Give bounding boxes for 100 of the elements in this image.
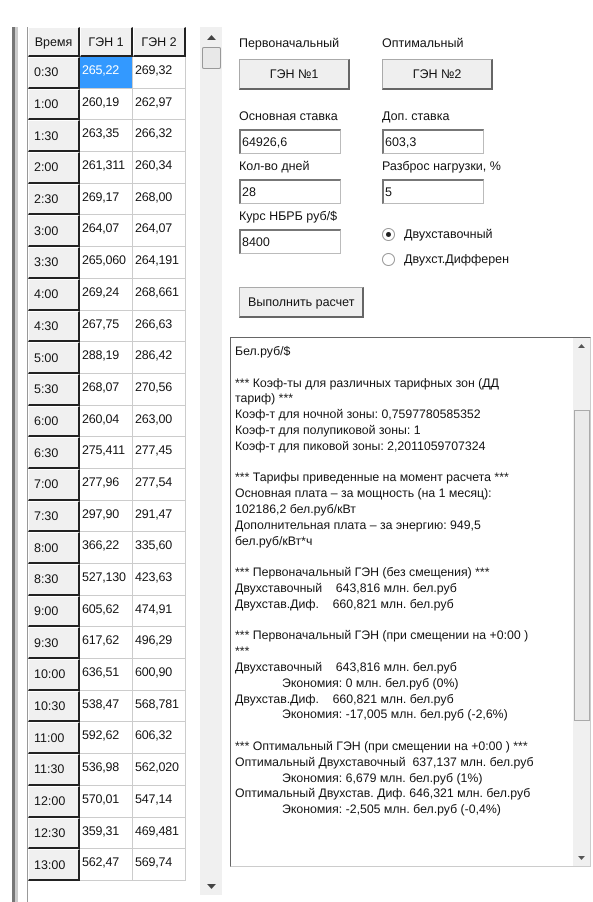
table-cell[interactable]: 264,191 [133,247,186,279]
table-cell[interactable]: 269,32 [133,57,186,89]
row-header[interactable]: 4:00 [28,278,80,310]
row-header[interactable]: 3:30 [28,247,80,279]
table-cell[interactable]: 286,42 [133,342,186,374]
row-header[interactable]: 7:30 [28,500,80,532]
input-field[interactable]: 5 [382,179,484,204]
table-cell[interactable]: 266,63 [133,310,186,342]
row-header[interactable]: 1:00 [28,88,80,120]
row-header[interactable]: 2:00 [28,152,80,184]
table-cell[interactable]: 263,00 [133,406,186,438]
table-cell[interactable]: 291,47 [133,500,186,532]
column-header[interactable]: ГЭН 2 [133,27,186,57]
table-cell[interactable]: 527,130 [80,564,133,596]
table-cell[interactable]: 260,34 [133,152,186,184]
row-header[interactable]: 6:30 [28,437,80,469]
row-header[interactable]: 1:30 [28,120,80,152]
table-cell[interactable]: 570,01 [80,786,133,818]
gen-button[interactable]: ГЭН №1 [239,59,350,90]
table-cell[interactable]: 262,97 [133,88,186,120]
row-header[interactable]: 12:30 [28,818,80,850]
row-header[interactable]: 5:00 [28,342,80,374]
table-cell[interactable]: 366,22 [80,532,133,564]
table-cell[interactable]: 606,32 [133,722,186,754]
table-cell[interactable]: 277,45 [133,437,186,469]
table-cell[interactable]: 562,47 [80,849,133,881]
row-header[interactable]: 13:00 [28,849,80,881]
scrollbar[interactable] [200,27,222,895]
table-cell[interactable]: 474,91 [133,596,186,628]
table-cell[interactable]: 270,56 [133,374,186,406]
table-cell[interactable]: 288,19 [80,342,133,374]
radio-option[interactable]: Двухставочный [382,227,532,241]
scrollbar[interactable] [573,338,590,866]
radio-option[interactable]: Двухст.Дифферен [382,252,532,266]
table-cell[interactable]: 600,90 [133,659,186,691]
radio-button[interactable] [382,228,395,240]
row-header[interactable]: 11:00 [28,722,80,754]
run-button[interactable]: Выполнить расчет [239,287,364,318]
scroll-up-icon[interactable] [578,344,585,348]
column-header[interactable]: ГЭН 1 [80,27,133,57]
row-header[interactable]: 7:00 [28,468,80,501]
row-header[interactable]: 11:30 [28,754,80,786]
scroll-thumb[interactable] [202,47,220,69]
table-cell[interactable]: 605,62 [80,596,133,628]
row-header[interactable]: 3:00 [28,215,80,248]
table-cell[interactable]: 359,31 [80,818,133,850]
row-header[interactable]: 8:30 [28,564,80,596]
table-cell[interactable]: 469,481 [133,818,186,850]
scroll-up-icon[interactable] [206,35,216,40]
output-textbox[interactable] [230,337,591,867]
table-cell[interactable]: 536,98 [80,754,133,786]
table-cell[interactable]: 617,62 [80,627,133,660]
table-cell[interactable]: 335,60 [133,532,186,564]
row-header[interactable]: 2:30 [28,184,80,216]
input-field[interactable]: 8400 [239,229,341,254]
table-cell[interactable]: 260,04 [80,406,133,438]
table-cell[interactable]: 269,17 [80,184,133,216]
table-cell[interactable]: 277,54 [133,468,186,501]
table-cell[interactable]: 261,311 [80,152,133,184]
table-cell[interactable]: 265,060 [80,247,133,279]
column-header[interactable]: Время [28,27,80,57]
table-cell[interactable]: 268,00 [133,184,186,216]
row-header[interactable]: 9:30 [28,627,80,660]
row-header[interactable]: 4:30 [28,310,80,342]
row-header[interactable]: 6:00 [28,406,80,438]
table-cell[interactable]: 264,07 [133,215,186,248]
table-cell[interactable]: 267,75 [80,310,133,342]
table-cell[interactable]: 569,74 [133,849,186,881]
table-cell[interactable]: 263,35 [80,120,133,152]
row-header[interactable]: 0:30 [28,57,80,89]
scroll-thumb[interactable] [574,410,590,721]
table-cell[interactable]: 496,29 [133,627,186,660]
table-cell[interactable]: 275,411 [80,437,133,469]
table-cell[interactable]: 266,32 [133,120,186,152]
table-cell[interactable]: 269,24 [80,278,133,310]
row-header[interactable]: 5:30 [28,374,80,406]
table-cell[interactable]: 260,19 [80,88,133,120]
table-cell[interactable]: 277,96 [80,468,133,501]
input-field[interactable]: 603,3 [382,129,484,154]
table-cell[interactable]: 268,661 [133,278,186,310]
table-cell[interactable]: 538,47 [80,690,133,722]
row-header[interactable]: 10:30 [28,690,80,722]
scroll-down-icon[interactable] [206,884,216,889]
table-cell[interactable]: 423,63 [133,564,186,596]
table-cell[interactable]: 562,020 [133,754,186,786]
row-header[interactable]: 10:00 [28,659,80,691]
table-cell[interactable]: 547,14 [133,786,186,818]
table-cell[interactable]: 297,90 [80,500,133,532]
scroll-down-icon[interactable] [578,856,585,860]
table-cell[interactable]: 268,07 [80,374,133,406]
table-cell[interactable]: 264,07 [80,215,133,248]
table-cell[interactable]: 568,781 [133,690,186,722]
input-field[interactable]: 28 [239,179,341,204]
gen-button[interactable]: ГЭН №2 [382,59,493,90]
row-header[interactable]: 9:00 [28,596,80,628]
row-header[interactable]: 8:00 [28,532,80,564]
table-cell[interactable]: 636,51 [80,659,133,691]
table-cell[interactable]: 592,62 [80,722,133,754]
input-field[interactable]: 64926,6 [239,129,341,154]
radio-button[interactable] [382,252,395,266]
